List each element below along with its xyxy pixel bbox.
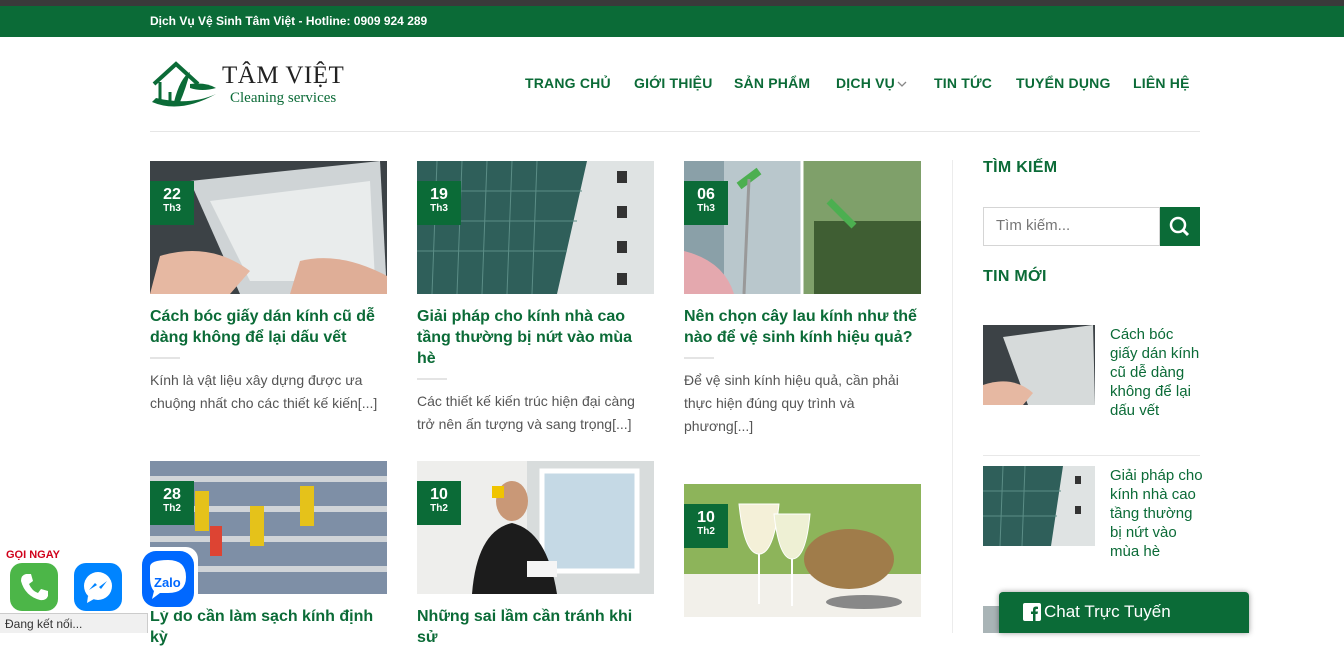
date-badge: 10 Th2 <box>417 481 461 525</box>
logo-subtitle: Cleaning services <box>230 90 337 106</box>
search-icon <box>1169 216 1190 237</box>
post-image[interactable]: 06 Th3 <box>684 161 921 294</box>
facebook-icon <box>1023 603 1041 621</box>
date-badge: 10 Th2 <box>684 504 728 548</box>
post-excerpt: Các thiết kế kiến trúc hiện đại càng trở… <box>417 393 635 432</box>
messenger-button[interactable] <box>74 563 122 611</box>
post-title[interactable]: Những sai lầm cần tránh khi sử <box>417 606 654 648</box>
zalo-button[interactable]: Zalo <box>138 547 198 611</box>
nav-about[interactable]: GIỚI THIỆU <box>634 75 713 91</box>
date-badge: 22 Th3 <box>150 181 194 225</box>
call-button[interactable] <box>10 563 58 611</box>
recent-thumb[interactable] <box>983 466 1095 546</box>
recent-heading: TIN MỚI <box>983 268 1047 285</box>
post-separator <box>684 357 714 359</box>
site-logo[interactable]: TÂM VIỆT Cleaning services <box>150 58 360 110</box>
post-title[interactable]: Lý do cần làm sạch kính định kỳ <box>150 606 387 648</box>
post-separator <box>417 378 447 380</box>
zalo-label: Zalo <box>154 575 181 590</box>
post-separator <box>150 357 180 359</box>
post-excerpt: Để vệ sinh kính hiệu quả, cần phải thực … <box>684 372 899 434</box>
header-divider <box>150 131 1200 132</box>
date-badge: 06 Th3 <box>684 181 728 225</box>
post-image[interactable]: 19 Th3 <box>417 161 654 294</box>
chat-label: Chat Trực Tuyến <box>1044 602 1171 621</box>
post-card[interactable]: 10 Th2 Những sai lầm cần tránh khi sử <box>417 461 654 648</box>
post-title[interactable]: Nên chọn cây lau kính như thế nào để vệ … <box>684 306 921 348</box>
nav-news[interactable]: TIN TỨC <box>934 75 992 91</box>
recent-separator <box>983 455 1200 456</box>
chat-widget[interactable]: Chat Trực Tuyến <box>999 592 1249 633</box>
search-input[interactable]: Tìm kiếm... <box>983 207 1160 246</box>
post-image[interactable]: 22 Th3 <box>150 161 387 294</box>
search-button[interactable] <box>1160 207 1200 246</box>
sidebar-divider <box>952 160 953 633</box>
phone-icon <box>21 574 48 601</box>
post-image[interactable]: 10 Th2 <box>684 484 921 617</box>
recent-post[interactable]: Cách bóc giấy dán kính cũ dễ dàng không … <box>983 325 1200 445</box>
post-card[interactable]: 10 Th2 <box>684 484 921 617</box>
date-badge: 19 Th3 <box>417 181 461 225</box>
recent-title[interactable]: Giải pháp cho kính nhà cao tầng thường b… <box>1110 466 1205 561</box>
nav-home[interactable]: TRANG CHỦ <box>525 75 611 91</box>
recent-post[interactable]: Giải pháp cho kính nhà cao tầng thường b… <box>983 466 1203 586</box>
logo-name: TÂM VIỆT <box>222 62 345 89</box>
recent-title[interactable]: Cách bóc giấy dán kính cũ dễ dàng không … <box>1110 325 1205 420</box>
post-image[interactable]: 10 Th2 <box>417 461 654 594</box>
call-now-label: GỌI NGAY <box>6 549 60 561</box>
post-card[interactable]: 19 Th3 Giải pháp cho kính nhà cao tầng th… <box>417 161 654 436</box>
post-card[interactable]: 06 Th3 Nên chọn cây lau kính như thế nào … <box>684 161 921 438</box>
post-title[interactable]: Giải pháp cho kính nhà cao tầng thường b… <box>417 306 654 369</box>
date-badge: 28 Th2 <box>150 481 194 525</box>
post-card[interactable]: 22 Th3 Cách bóc giấy dán kính cũ dễ dàng … <box>150 161 387 415</box>
post-excerpt: Kính là vật liệu xây dựng được ưa chuộng… <box>150 372 378 411</box>
post-title[interactable]: Cách bóc giấy dán kính cũ dễ dàng không … <box>150 306 387 348</box>
status-bar: Đang kết nối... <box>0 613 148 633</box>
nav-contact[interactable]: LIÊN HỆ <box>1133 75 1190 91</box>
top-bar: Dịch Vụ Vệ Sinh Tâm Việt - Hotline: 0909… <box>0 6 1344 37</box>
search-heading: TÌM KIẾM <box>983 159 1058 176</box>
nav-products[interactable]: SẢN PHẨM <box>734 75 810 91</box>
top-bar-text: Dịch Vụ Vệ Sinh Tâm Việt - Hotline: 0909… <box>150 14 428 28</box>
nav-services[interactable]: DỊCH VỤ <box>836 75 895 91</box>
nav-careers[interactable]: TUYỂN DỤNG <box>1016 75 1111 91</box>
messenger-icon <box>84 572 112 603</box>
house-leaf-logo-icon <box>152 61 216 107</box>
recent-thumb[interactable] <box>983 325 1095 405</box>
chevron-down-icon[interactable] <box>897 80 907 88</box>
